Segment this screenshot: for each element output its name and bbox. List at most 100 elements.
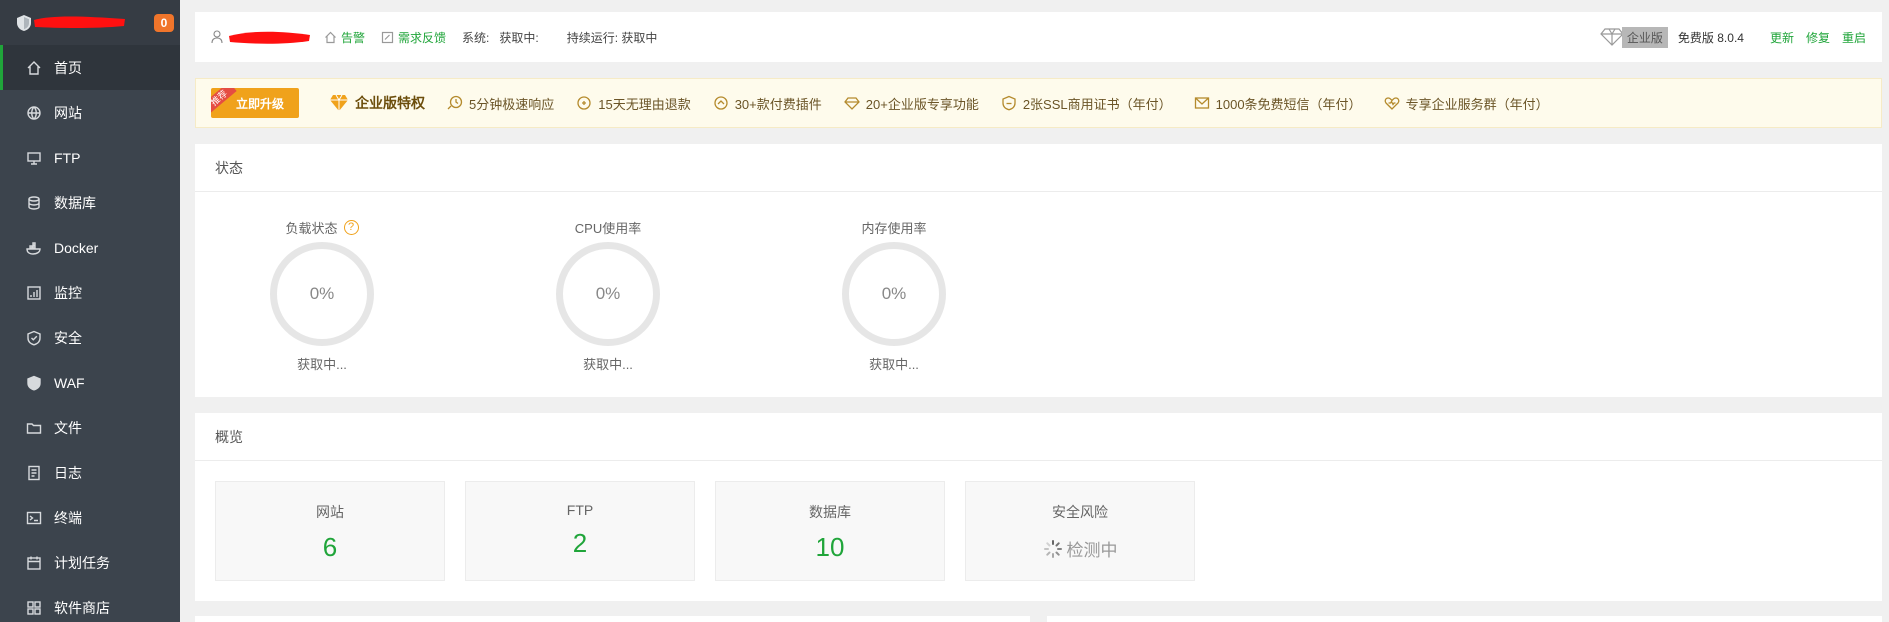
sidebar-item-label: 首页 [54,59,82,76]
feature-label: 专享企业服务群（年付） [1405,96,1549,112]
sidebar-item-security[interactable]: 安全 [0,315,180,360]
sidebar-item-label: 计划任务 [54,554,110,571]
enterprise-label: 企业版 [1621,26,1668,48]
alert-label: 告警 [341,30,366,45]
load-gauge[interactable]: 负载状态 ? 0% 获取中... [270,218,374,373]
recommend-tag: 推荐 [211,88,237,115]
overview-card-ftp[interactable]: FTP 2 [465,481,695,581]
overview-card-websites[interactable]: 网站 6 [215,481,445,581]
sidebar-item-store[interactable]: 软件商店 [0,585,180,622]
checking-text: 检测中 [1066,541,1118,560]
overview-card-database[interactable]: 数据库 10 [715,481,945,581]
gauge-value: 0% [881,284,907,303]
repair-link[interactable]: 修复 [1806,29,1830,46]
apps-icon [26,600,42,616]
sidebar-item-docker[interactable]: Docker [0,225,180,270]
sidebar-item-home[interactable]: 首页 [0,45,180,90]
message-count-badge[interactable]: 0 [154,14,174,32]
sidebar-nav: 首页 网站 FTP 数据库 Docker 监控 安全 WAF 文件 日志 终端 … [0,45,180,622]
service-heart-icon [1384,97,1399,110]
sidebar-item-websites[interactable]: 网站 [0,90,180,135]
card-label: 数据库 [809,504,851,520]
enterprise-badge[interactable]: 企业版 [1600,26,1668,48]
gauge-title-text: 负载状态 [285,220,338,236]
globe-icon [26,105,42,121]
sidebar-item-ftp[interactable]: FTP [0,135,180,180]
card-value: 6 [322,532,338,562]
sidebar-item-label: 软件商店 [54,599,110,616]
help-icon[interactable]: ? [343,219,359,235]
alert-home-icon [325,31,336,43]
enterprise-promo-banner: 推荐 立即升级 企业版特权 5分钟极速响应 15天无理由退款 30+款付费插件 … [195,78,1882,128]
privilege-label: 企业版特权 [355,95,425,111]
sidebar-item-label: 文件 [54,419,82,436]
waf-shield-icon [26,375,42,391]
username-redaction [229,31,310,44]
database-icon [26,195,42,211]
diamond-icon [1600,28,1624,46]
overview-panel-title: 概览 [195,413,1882,461]
feature-ssl: 2张SSL商用证书（年付） [1001,94,1172,113]
gauge-title: CPU使用率 [574,220,642,236]
upgrade-label: 立即升级 [235,96,284,111]
sidebar-item-cron[interactable]: 计划任务 [0,540,180,585]
brand-shield-icon [17,14,31,31]
shield-check-icon [26,330,42,346]
feedback-edit-icon [381,31,394,43]
card-label: 网站 [316,504,344,520]
status-panel-title: 状态 [195,144,1882,192]
upgrade-now-button[interactable]: 推荐 立即升级 [211,88,299,118]
gauge-title: 内存使用率 [861,220,927,236]
feedback-label: 需求反馈 [398,30,447,45]
feature-label: 2张SSL商用证书（年付） [1022,96,1172,112]
uptime-text: 持续运行: 获取中 [566,30,658,45]
ftp-icon [26,150,42,166]
sidebar-item-label: WAF [54,374,85,391]
sidebar-item-waf[interactable]: WAF [0,360,180,405]
feature-label: 1000条免费短信（年付） [1215,96,1362,112]
cpu-gauge[interactable]: CPU使用率 0% 获取中... [556,218,660,373]
sidebar-item-database[interactable]: 数据库 [0,180,180,225]
mail-icon [1194,97,1209,109]
sidebar-item-logs[interactable]: 日志 [0,450,180,495]
card-checking: 检测中 [1043,536,1118,561]
feature-label: 30+款付费插件 [734,96,822,112]
status-gauges: 负载状态 ? 0% 获取中... CPU使用率 0% 获取中... 内存使用率 … [195,192,1882,373]
feedback-link[interactable]: 需求反馈 [381,29,446,46]
sidebar-item-label: 终端 [54,509,82,526]
memory-gauge[interactable]: 内存使用率 0% 获取中... [842,218,946,373]
card-label: FTP [566,502,594,518]
folder-icon [26,420,42,436]
card-value: 10 [815,532,845,562]
status-panel: 状态 负载状态 ? 0% 获取中... CPU使用率 0% 获取中... 内存使… [195,144,1882,397]
sidebar-item-files[interactable]: 文件 [0,405,180,450]
feature-label: 20+企业版专享功能 [865,96,979,112]
card-label: 安全风险 [1052,504,1108,520]
restart-link[interactable]: 重启 [1842,29,1866,46]
log-icon [26,465,42,481]
system-value: 获取中: [499,30,539,45]
sidebar-item-label: 安全 [54,329,82,346]
gold-diamond-icon [330,94,348,111]
overview-panel: 概览 网站 6 FTP 2 数据库 10 安全风险 检测中 [195,413,1882,601]
feature-service-group: 专享企业服务群（年付） [1384,94,1549,113]
feature-label: 5分钟极速响应 [469,96,555,112]
gauge-value: 0% [595,284,621,303]
bottom-panel-right-edge [1047,616,1882,622]
gauge-ring: 0% [842,242,946,346]
sidebar-item-terminal[interactable]: 终端 [0,495,180,540]
sidebar-item-label: 日志 [54,464,82,481]
gauge-state: 获取中... [583,357,633,372]
overview-cards: 网站 6 FTP 2 数据库 10 安全风险 检测中 [195,461,1882,581]
alert-link[interactable]: 告警 [324,29,365,46]
system-label: 系统: [462,30,490,45]
brand-redaction [34,16,125,28]
overview-card-security-risk[interactable]: 安全风险 检测中 [965,481,1195,581]
sidebar-item-monitor[interactable]: 监控 [0,270,180,315]
update-link[interactable]: 更新 [1770,29,1794,46]
feature-sms: 1000条免费短信（年付） [1194,94,1362,113]
sidebar-item-label: Docker [54,239,99,256]
plugin-icon [714,96,728,110]
top-bar: 告警 需求反馈 系统: 获取中: 持续运行: 获取中 企业版 免费版 8.0.4… [195,12,1882,62]
sidebar-item-label: 监控 [54,284,82,301]
